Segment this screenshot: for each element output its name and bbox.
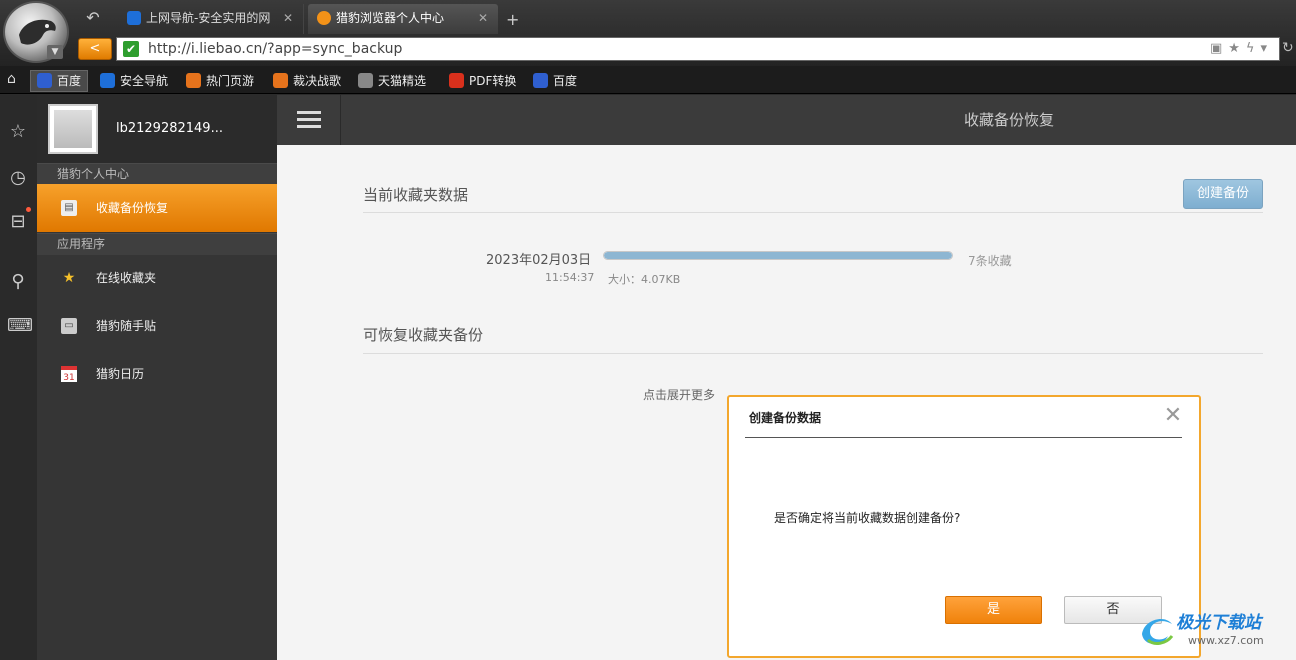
bookmark-label: 天猫精选: [378, 74, 427, 88]
section-personal-center: 猎豹个人中心: [37, 163, 277, 185]
bookmark-item[interactable]: 热门页游: [186, 72, 254, 89]
bookmark-item[interactable]: 百度: [30, 70, 89, 92]
refresh-icon[interactable]: ↻: [1282, 40, 1294, 56]
undo-close-tab-icon[interactable]: ↶: [82, 8, 104, 28]
home-icon[interactable]: ⌂: [7, 71, 16, 87]
sidebar-item-label: 收藏备份恢复: [96, 201, 169, 215]
profile-panel: lb2129282149...: [37, 95, 277, 163]
divider: [363, 353, 1263, 354]
secure-check-icon: ✔: [123, 41, 139, 57]
tab-title: 猎豹浏览器个人中心: [336, 11, 445, 25]
browser-titlebar: ▼ ↶ 上网导航-安全实用的网 ✕ 猎豹浏览器个人中心 ✕ + < ✔ http…: [0, 0, 1296, 66]
tab-navigation[interactable]: 上网导航-安全实用的网 ✕: [118, 4, 304, 34]
bookmarks-bar: ⌂ 百度 安全导航 热门页游 裁决战歌 天猫精选 PDF转换 百度: [0, 66, 1296, 94]
create-backup-dialog: 创建备份数据 ✕ 是否确定将当前收藏数据创建备份? 是 否: [727, 395, 1201, 658]
sidebar-item-label: 猎豹日历: [96, 367, 145, 381]
sidebar-item-online-favorites[interactable]: ★ 在线收藏夹: [37, 254, 277, 302]
favorites-count: 7条收藏: [968, 254, 1012, 268]
toolbox-icon[interactable]: ⊟: [7, 211, 29, 233]
page-title: 收藏备份恢复: [964, 111, 1055, 129]
favorites-star-icon[interactable]: ☆: [7, 121, 29, 143]
backup-date: 2023年02月03日: [486, 253, 592, 268]
avatar[interactable]: [48, 104, 98, 154]
history-clock-icon[interactable]: ◷: [7, 167, 29, 189]
gamepad-icon[interactable]: ⌨: [7, 315, 33, 337]
sidebar-item-label: 在线收藏夹: [96, 271, 157, 285]
create-backup-button[interactable]: 创建备份: [1183, 179, 1263, 209]
watermark: 极光下载站 www.xz7.com: [1138, 604, 1288, 656]
star-icon: ★: [62, 270, 76, 286]
swirl-logo-icon: [1142, 619, 1174, 645]
username[interactable]: lb2129282149...: [116, 121, 223, 136]
bookmark-label: 裁决战歌: [293, 74, 342, 88]
watermark-url: www.xz7.com: [1188, 634, 1264, 647]
liebao-icon: [317, 11, 331, 25]
content-header: 收藏备份恢复: [277, 95, 1296, 145]
calendar-icon: 31: [61, 366, 77, 383]
notification-dot: [26, 207, 31, 212]
backup-time: 11:54:37: [545, 271, 595, 284]
image-icon[interactable]: ▣: [1210, 41, 1228, 56]
game-k-icon: [273, 73, 288, 88]
note-icon: ▭: [61, 318, 77, 334]
progress-fill: [604, 252, 952, 259]
close-icon[interactable]: ✕: [1161, 405, 1185, 429]
shield-k-icon: [127, 11, 141, 25]
bookmark-item[interactable]: 裁决战歌: [273, 72, 341, 89]
back-button[interactable]: <: [78, 38, 112, 60]
tab-personal-center[interactable]: 猎豹浏览器个人中心 ✕: [308, 4, 498, 34]
side-toolbar: ☆ ◷ ⊟ ⚲ ⌨: [0, 95, 37, 660]
bookmark-label: PDF转换: [469, 74, 517, 88]
confirm-yes-button[interactable]: 是: [945, 596, 1042, 624]
bookmark-label: 安全导航: [120, 74, 169, 88]
address-tools: ▣★ϟ▾: [1210, 41, 1273, 56]
search-icon[interactable]: ⚲: [7, 271, 29, 293]
url-input[interactable]: http://i.liebao.cn/?app=sync_backup: [148, 41, 402, 57]
avatar-placeholder: [54, 110, 92, 148]
address-row: < ✔ http://i.liebao.cn/?app=sync_backup …: [0, 36, 1296, 64]
expand-more-link[interactable]: 点击展开更多: [643, 386, 715, 403]
backup-progress-bar: [603, 251, 953, 260]
section-apps: 应用程序: [37, 233, 277, 255]
sidebar: lb2129282149... 猎豹个人中心 ▤ 收藏备份恢复 应用程序 ★ 在…: [37, 95, 277, 660]
restore-backups-heading: 可恢复收藏夹备份: [363, 326, 484, 344]
hamburger-menu-icon[interactable]: [277, 95, 341, 145]
bookmark-item[interactable]: PDF转换: [449, 72, 516, 89]
favorite-star-icon[interactable]: ★: [1228, 41, 1246, 56]
backup-icon: ▤: [61, 200, 77, 216]
bookmark-label: 热门页游: [206, 74, 255, 88]
baidu-paw-icon: [37, 73, 52, 88]
bookmark-label: 百度: [553, 74, 578, 88]
dialog-divider: [745, 437, 1182, 438]
watermark-name: 极光下载站: [1176, 613, 1261, 633]
bookmark-label: 百度: [57, 74, 82, 88]
bookmark-item[interactable]: 百度: [533, 72, 577, 89]
dialog-message: 是否确定将当前收藏数据创建备份?: [774, 511, 961, 525]
pdf-icon: [449, 73, 464, 88]
current-favorites-heading: 当前收藏夹数据: [363, 186, 469, 204]
dialog-title: 创建备份数据: [749, 411, 822, 425]
sidebar-item-calendar[interactable]: 31 猎豹日历: [37, 350, 277, 398]
bookmark-item[interactable]: 安全导航: [100, 72, 168, 89]
backup-size: 大小：4.07KB: [608, 273, 681, 286]
tab-close-icon[interactable]: ✕: [478, 4, 488, 32]
tmall-icon: [358, 73, 373, 88]
new-tab-button[interactable]: +: [506, 10, 519, 29]
baidu-paw-icon: [533, 73, 548, 88]
dropdown-icon[interactable]: ▾: [1260, 41, 1273, 56]
tab-close-icon[interactable]: ✕: [283, 4, 293, 32]
lightning-icon[interactable]: ϟ: [1246, 41, 1261, 56]
sidebar-item-label: 猎豹随手贴: [96, 319, 157, 333]
address-bar[interactable]: ✔ http://i.liebao.cn/?app=sync_backup ▣★…: [116, 37, 1280, 61]
divider: [363, 212, 1263, 213]
sidebar-item-backup[interactable]: ▤ 收藏备份恢复: [37, 184, 277, 232]
game-k-icon: [186, 73, 201, 88]
sidebar-item-notes[interactable]: ▭ 猎豹随手贴: [37, 302, 277, 350]
shield-icon: [100, 73, 115, 88]
bookmark-item[interactable]: 天猫精选: [358, 72, 426, 89]
tab-title: 上网导航-安全实用的网: [146, 11, 270, 25]
